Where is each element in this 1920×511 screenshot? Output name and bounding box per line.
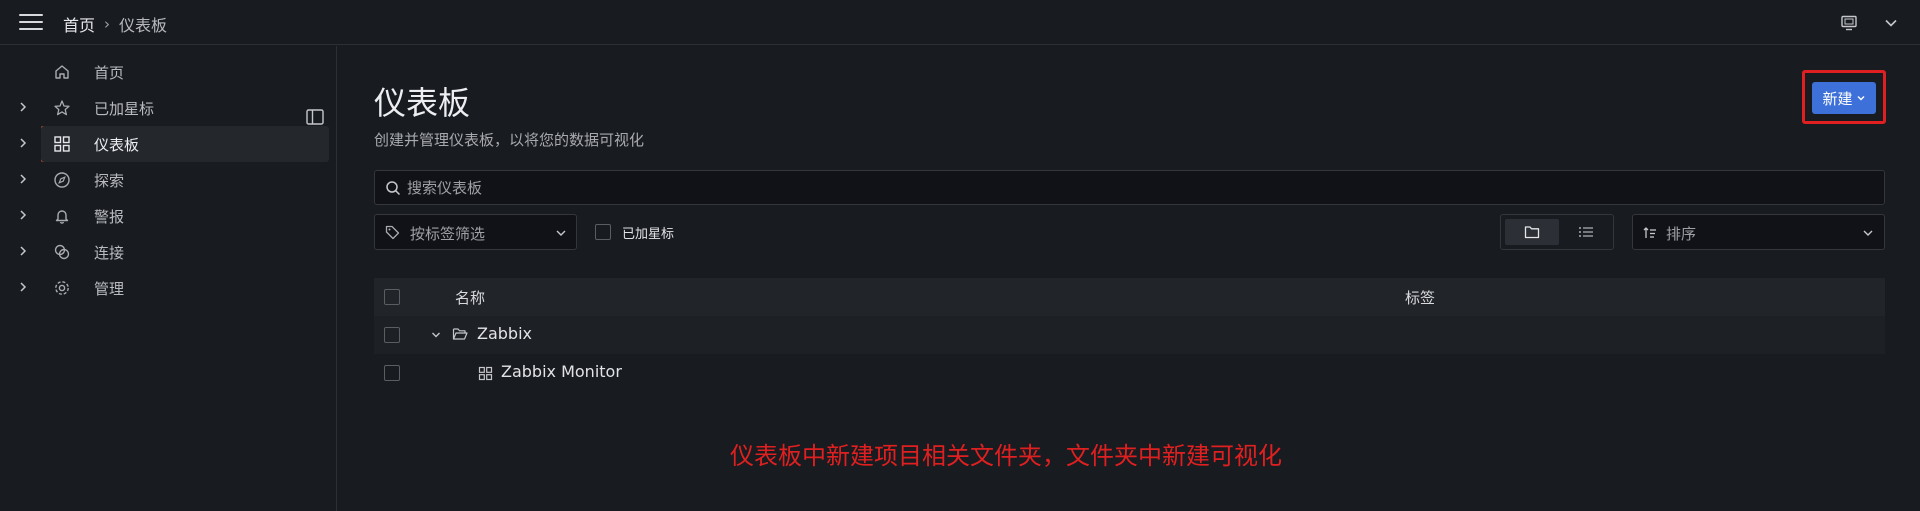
compass-icon	[53, 171, 71, 189]
chevron-down-icon	[1857, 96, 1864, 101]
sidebar-item-connections[interactable]: 连接	[0, 234, 330, 270]
page-subtitle: 创建并管理仪表板，以将您的数据可视化	[374, 131, 645, 149]
sidebar-item-home[interactable]: 首页	[0, 54, 330, 90]
row-checkbox[interactable]	[384, 327, 400, 343]
tag-filter-select[interactable]: 按标签筛选	[374, 214, 577, 250]
chevron-right-icon[interactable]	[16, 100, 30, 114]
sidebar: 首页 已加星标 仪表板 探索 警报 连接 管理	[0, 46, 337, 511]
chevron-right-icon[interactable]	[16, 136, 30, 150]
breadcrumb-home[interactable]: 首页	[63, 12, 95, 36]
kiosk-mode-icon[interactable]	[1838, 12, 1860, 34]
sidebar-item-alerting[interactable]: 警报	[0, 198, 330, 234]
sidebar-item-label: 已加星标	[94, 100, 155, 118]
folder-open-icon	[452, 327, 468, 343]
gear-icon	[53, 279, 71, 297]
bell-icon	[53, 207, 71, 225]
home-icon	[53, 63, 71, 81]
starred-filter-label: 已加星标	[622, 227, 675, 242]
folder-icon	[1524, 226, 1540, 239]
column-header-tags: 标签	[1405, 289, 1436, 307]
breadcrumb-separator: ›	[104, 15, 111, 33]
column-header-name: 名称	[455, 289, 486, 307]
link-icon	[53, 243, 71, 261]
page-title: 仪表板	[374, 84, 471, 122]
sidebar-item-label: 连接	[94, 244, 125, 262]
sidebar-item-label: 首页	[94, 64, 125, 82]
main-content: 仪表板 创建并管理仪表板，以将您的数据可视化 新建 按标签筛选 已加星标	[338, 46, 1920, 511]
tag-icon	[385, 225, 400, 240]
top-bar: 首页 › 仪表板	[0, 0, 1920, 45]
sidebar-item-label: 仪表板	[94, 136, 140, 154]
table-header: 名称 标签	[374, 278, 1885, 316]
breadcrumb: 首页 › 仪表板	[63, 12, 167, 36]
sidebar-item-label: 管理	[94, 280, 125, 298]
chevron-down-icon	[1862, 227, 1874, 239]
breadcrumb-current: 仪表板	[119, 16, 168, 35]
annotation-text: 仪表板中新建项目相关文件夹，文件夹中新建可视化	[730, 442, 1282, 470]
dashboard-grid-icon	[53, 135, 71, 153]
chevron-right-icon[interactable]	[16, 172, 30, 186]
starred-filter-checkbox[interactable]	[595, 224, 611, 240]
chevron-down-icon	[555, 227, 567, 239]
chevron-right-icon[interactable]	[16, 208, 30, 222]
new-button[interactable]: 新建	[1812, 82, 1876, 114]
table-row[interactable]: Zabbix	[374, 316, 1885, 354]
dashboard-name[interactable]: Zabbix Monitor	[501, 362, 622, 381]
top-right-controls	[1838, 12, 1902, 34]
search-box	[374, 170, 1885, 205]
tag-filter-label: 按标签筛选	[410, 225, 486, 243]
sort-icon	[1643, 226, 1657, 240]
list-icon	[1579, 227, 1593, 237]
chevron-down-icon[interactable]	[430, 329, 442, 341]
sidebar-item-dashboards[interactable]: 仪表板	[41, 126, 329, 162]
sort-select[interactable]: 排序	[1632, 214, 1885, 250]
star-icon	[53, 99, 71, 117]
sidebar-item-label: 警报	[94, 208, 125, 226]
menu-toggle-icon[interactable]	[19, 14, 43, 32]
sidebar-item-explore[interactable]: 探索	[0, 162, 330, 198]
sidebar-item-label: 探索	[94, 172, 125, 190]
chevron-down-icon[interactable]	[1880, 12, 1902, 34]
row-checkbox[interactable]	[384, 365, 400, 381]
sort-label: 排序	[1666, 225, 1697, 243]
sidebar-item-administration[interactable]: 管理	[0, 270, 330, 306]
sidebar-item-starred[interactable]: 已加星标	[0, 90, 330, 126]
list-view-button[interactable]	[1561, 219, 1611, 245]
dashboard-grid-icon	[478, 366, 493, 381]
chevron-right-icon[interactable]	[16, 280, 30, 294]
new-button-label: 新建	[1822, 89, 1853, 108]
view-toggle	[1500, 214, 1614, 250]
select-all-checkbox[interactable]	[384, 289, 400, 305]
folder-name[interactable]: Zabbix	[477, 324, 532, 343]
search-input[interactable]	[407, 171, 1857, 204]
folder-view-button[interactable]	[1505, 219, 1559, 245]
chevron-right-icon[interactable]	[16, 244, 30, 258]
table-row[interactable]: Zabbix Monitor	[374, 354, 1885, 392]
search-icon	[385, 180, 401, 196]
